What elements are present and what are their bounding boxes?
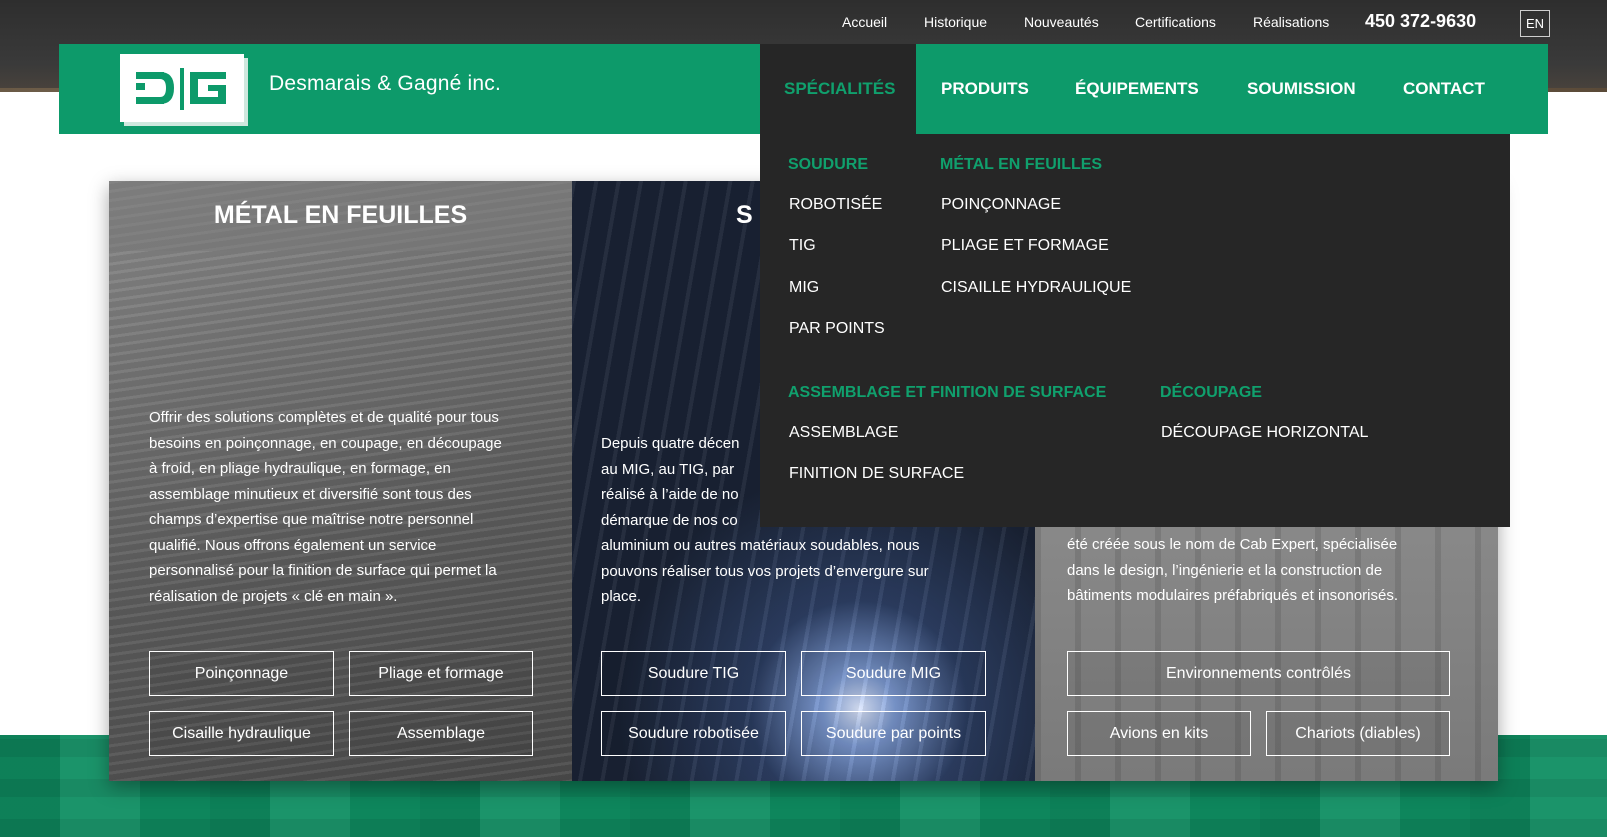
nav-link-realisations[interactable]: Réalisations bbox=[1253, 14, 1329, 30]
card-description: été créée sous le nom de Cab Expert, spé… bbox=[1067, 536, 1399, 604]
environnements-controles-button[interactable]: Environnements contrôlés bbox=[1067, 651, 1450, 696]
dropdown-link-cisaille[interactable]: CISAILLE HYDRAULIQUE bbox=[941, 279, 1131, 297]
soudure-par-points-button[interactable]: Soudure par points bbox=[801, 711, 986, 756]
card-description: Offrir des solutions complètes et de qua… bbox=[149, 409, 502, 605]
dropdown-link-robotisee[interactable]: ROBOTISÉE bbox=[789, 196, 882, 214]
dropdown-link-pliage-formage[interactable]: PLIAGE ET FORMAGE bbox=[941, 237, 1109, 255]
avions-en-kits-button[interactable]: Avions en kits bbox=[1067, 711, 1251, 756]
nav-item-produits[interactable]: PRODUITS bbox=[941, 44, 1029, 134]
nav-item-contact[interactable]: CONTACT bbox=[1403, 44, 1485, 134]
main-header: Desmarais & Gagné inc. SPÉCIALITÉS PRODU… bbox=[59, 44, 1548, 134]
dropdown-heading-decoupage[interactable]: DÉCOUPAGE bbox=[1160, 384, 1262, 402]
dropdown-link-finition[interactable]: FINITION DE SURFACE bbox=[789, 465, 964, 483]
phone-link[interactable]: 450 372-9630 bbox=[1365, 11, 1476, 32]
soudure-tig-button[interactable]: Soudure TIG bbox=[601, 651, 786, 696]
specialites-dropdown: SOUDURE ROBOTISÉE TIG MIG PAR POINTS MÉT… bbox=[760, 134, 1510, 527]
chariots-button[interactable]: Chariots (diables) bbox=[1266, 711, 1450, 756]
cisaille-hydraulique-button[interactable]: Cisaille hydraulique bbox=[149, 711, 334, 756]
nav-item-equipements[interactable]: ÉQUIPEMENTS bbox=[1075, 44, 1199, 134]
nav-link-historique[interactable]: Historique bbox=[924, 14, 987, 30]
nav-link-certifications[interactable]: Certifications bbox=[1135, 14, 1216, 30]
nav-item-soumission[interactable]: SOUMISSION bbox=[1247, 44, 1356, 134]
utility-nav: Accueil Historique Nouveautés Certificat… bbox=[0, 0, 1607, 44]
dropdown-link-par-points[interactable]: PAR POINTS bbox=[789, 320, 885, 338]
logo[interactable] bbox=[120, 54, 244, 122]
nav-item-specialites[interactable]: SPÉCIALITÉS bbox=[784, 44, 895, 134]
language-toggle[interactable]: EN bbox=[1520, 10, 1550, 37]
pliage-formage-button[interactable]: Pliage et formage bbox=[349, 651, 533, 696]
dropdown-link-assemblage[interactable]: ASSEMBLAGE bbox=[789, 424, 898, 442]
dropdown-link-tig[interactable]: TIG bbox=[789, 237, 816, 255]
poinconnage-button[interactable]: Poinçonnage bbox=[149, 651, 334, 696]
dropdown-heading-metal[interactable]: MÉTAL EN FEUILLES bbox=[940, 156, 1102, 174]
dropdown-link-decoupage-horizontal[interactable]: DÉCOUPAGE HORIZONTAL bbox=[1161, 424, 1368, 442]
nav-link-accueil[interactable]: Accueil bbox=[842, 14, 887, 30]
card-title: MÉTAL EN FEUILLES bbox=[213, 201, 468, 229]
dropdown-heading-assemblage[interactable]: ASSEMBLAGE ET FINITION DE SURFACE bbox=[788, 384, 1106, 402]
card-metal-en-feuilles: MÉTAL EN FEUILLES Offrir des solutions c… bbox=[109, 181, 572, 781]
soudure-robotisee-button[interactable]: Soudure robotisée bbox=[601, 711, 786, 756]
dropdown-heading-soudure[interactable]: SOUDURE bbox=[788, 156, 868, 174]
nav-link-nouveautes[interactable]: Nouveautés bbox=[1024, 14, 1099, 30]
company-name: Desmarais & Gagné inc. bbox=[269, 72, 501, 95]
dropdown-link-poinconnage[interactable]: POINÇONNAGE bbox=[941, 196, 1061, 214]
logo-mark-icon bbox=[136, 68, 226, 110]
soudure-mig-button[interactable]: Soudure MIG bbox=[801, 651, 986, 696]
assemblage-button[interactable]: Assemblage bbox=[349, 711, 533, 756]
dropdown-link-mig[interactable]: MIG bbox=[789, 279, 819, 297]
